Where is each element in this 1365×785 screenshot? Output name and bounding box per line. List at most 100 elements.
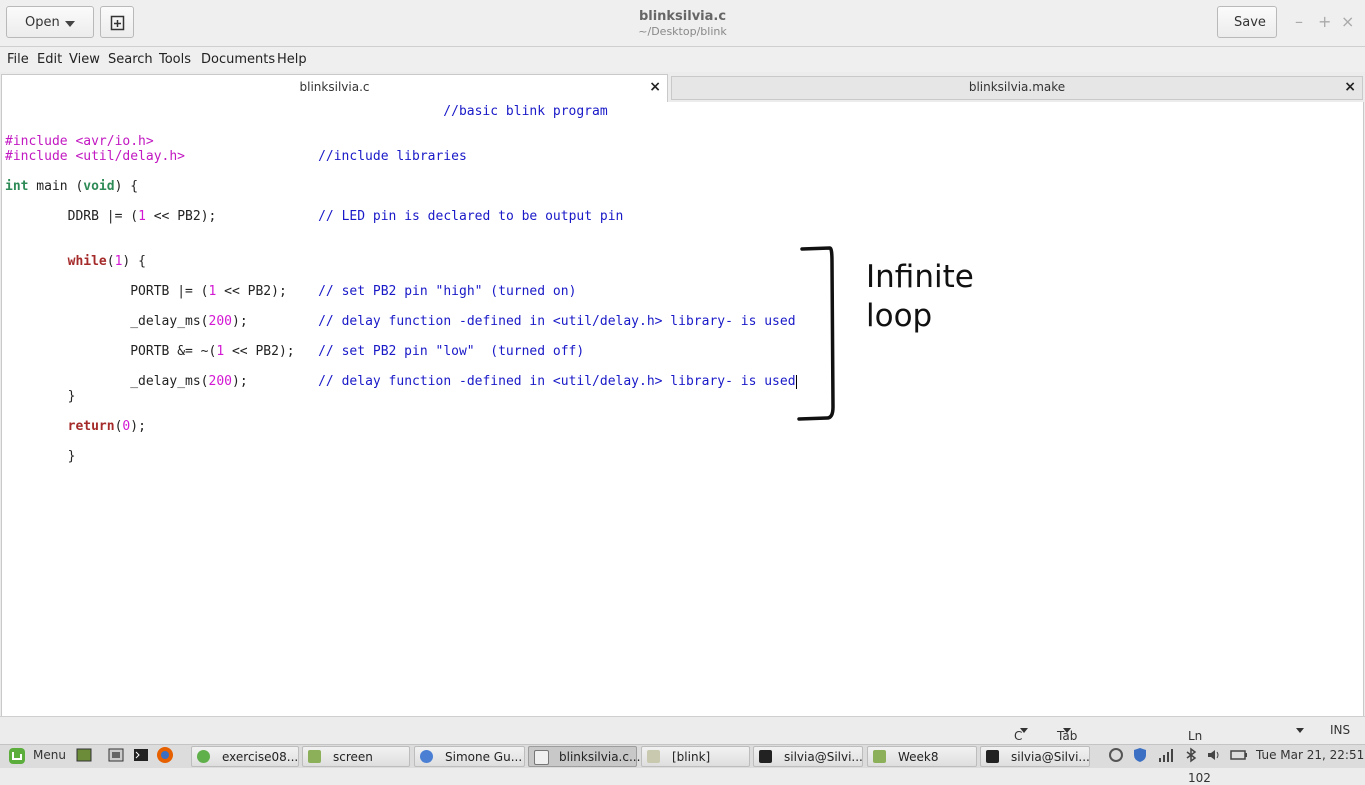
tab-blinksilvia-c[interactable]: blinksilvia.c × (1, 74, 668, 102)
task-label: [blink] (672, 750, 711, 764)
task-blink-folder[interactable]: [blink] (641, 746, 750, 767)
code-text: << PB2); (145, 209, 217, 224)
window-title: blinksilvia.c (638, 9, 727, 24)
code-keyword: while (67, 254, 107, 269)
maximize-icon[interactable]: + (1318, 12, 1331, 31)
menu-help[interactable]: Help (277, 52, 307, 67)
tab-label: blinksilvia.c (299, 80, 370, 94)
task-exercise08[interactable]: exercise08... (191, 746, 299, 767)
code-line-24: } (5, 449, 76, 464)
code-text: main ( (28, 179, 84, 194)
menu-button-label[interactable]: Menu (33, 748, 66, 762)
code-text: ); (130, 419, 146, 434)
menu-view[interactable]: View (69, 52, 100, 67)
code-comment: //include libraries (318, 149, 467, 164)
code-number: 1 (216, 344, 225, 359)
shield-icon[interactable] (1132, 747, 1148, 766)
menu-documents[interactable]: Documents (201, 52, 275, 67)
code-line-19: _delay_ms(200); // delay function -defin… (5, 374, 797, 389)
code-text: ); (232, 314, 248, 329)
text-editor-icon (534, 750, 549, 765)
code-text: } (67, 449, 76, 464)
tab-bar: blinksilvia.c × blinksilvia.make × (0, 72, 1365, 102)
file-manager-icon[interactable] (108, 747, 124, 766)
annotation-bracket (797, 246, 835, 421)
code-text: ); (232, 374, 248, 389)
close-icon[interactable]: × (1341, 12, 1354, 31)
code-keyword: void (83, 179, 115, 194)
task-label: Simone Gu... (445, 750, 523, 764)
insert-mode[interactable]: INS (1330, 723, 1350, 737)
code-line-8: DDRB |= (1 << PB2); // LED pin is declar… (5, 209, 624, 224)
battery-icon[interactable] (1230, 747, 1248, 766)
task-label: blinksilvia.c... (559, 750, 641, 764)
code-text: ) { (122, 254, 146, 269)
code-text: ( (106, 254, 115, 269)
task-label: Week8 (898, 750, 939, 764)
code-text: << PB2); (224, 344, 295, 359)
task-screen[interactable]: screen (302, 746, 410, 767)
update-icon[interactable] (1108, 747, 1124, 766)
tab-close-icon[interactable]: × (1344, 79, 1356, 95)
language-selector[interactable]: C (1014, 723, 1028, 743)
code-text: _delay_ms( (130, 314, 209, 329)
task-terminal-2[interactable]: silvia@Silvi... (980, 746, 1090, 767)
task-label: exercise08... (222, 750, 299, 764)
menu-search[interactable]: Search (108, 52, 153, 67)
task-blinksilvia[interactable]: blinksilvia.c... (528, 746, 641, 767)
network-signal-icon[interactable] (1158, 747, 1174, 766)
chrome-icon (197, 750, 210, 763)
clock[interactable]: Tue Mar 21, 22:51 (1256, 748, 1364, 762)
chevron-down-icon (1296, 728, 1304, 733)
menu-file[interactable]: File (7, 52, 29, 67)
annotation-line-2: loop (866, 298, 933, 334)
code-comment: // LED pin is declared to be output pin (318, 209, 624, 224)
code-comment: //basic blink program (443, 104, 608, 119)
code-comment: // set PB2 pin "low" (turned off) (318, 344, 585, 359)
header-bar: Open blinksilvia.c ~/Desktop/blink Save … (0, 0, 1365, 47)
menu-bar: File Edit View Search Tools Documents He… (0, 47, 1365, 72)
code-line-17: PORTB &= ~(1 << PB2); // set PB2 pin "lo… (5, 344, 584, 359)
code-text: PORTB &= ~( (130, 344, 217, 359)
code-editor[interactable]: //basic blink program #include <avr/io.h… (1, 102, 1364, 716)
code-line-4: #include <util/delay.h> //include librar… (5, 149, 467, 164)
code-comment: // set PB2 pin "high" (turned on) (318, 284, 577, 299)
terminal-icon[interactable] (133, 747, 149, 766)
tab-close-icon[interactable]: × (649, 79, 661, 95)
menu-edit[interactable]: Edit (37, 52, 62, 67)
language-label: C (1014, 729, 1023, 743)
task-label: screen (333, 750, 373, 764)
volume-icon[interactable] (1206, 747, 1222, 766)
position-dropdown[interactable] (1290, 723, 1304, 737)
folder-icon (647, 750, 660, 763)
minimize-icon[interactable]: – (1295, 12, 1303, 31)
code-text: _delay_ms( (130, 374, 209, 389)
code-number: 200 (208, 374, 232, 389)
task-simone[interactable]: Simone Gu... (414, 746, 525, 767)
save-button[interactable]: Save (1217, 6, 1277, 38)
code-keyword: int (5, 179, 29, 194)
task-terminal-1[interactable]: silvia@Silvi... (753, 746, 863, 767)
task-label: silvia@Silvi... (784, 750, 863, 764)
bluetooth-icon[interactable] (1183, 747, 1199, 766)
code-text: ) { (114, 179, 139, 194)
code-text: DDRB |= ( (67, 209, 139, 224)
code-line-3: #include <avr/io.h> (5, 134, 154, 149)
tab-blinksilvia-make[interactable]: blinksilvia.make × (671, 76, 1363, 100)
terminal-icon (986, 750, 999, 763)
firefox-icon[interactable] (156, 746, 174, 767)
tab-width-selector[interactable]: Tab Width: 8 (1057, 723, 1096, 771)
code-number: 1 (138, 209, 146, 224)
mint-menu-icon[interactable] (8, 747, 26, 768)
task-label: silvia@Silvi... (1011, 750, 1090, 764)
code-comment: // delay function -defined in <util/dela… (318, 374, 796, 389)
terminal-icon (759, 750, 772, 763)
code-line-11: while(1) { (5, 254, 146, 269)
taskbar: Menu exercise08... screen Simone Gu... b… (0, 744, 1365, 768)
status-bar: C Tab Width: 8 Ln 19, Col 102 INS (0, 716, 1365, 785)
show-desktop-icon[interactable] (76, 747, 92, 766)
menu-tools[interactable]: Tools (159, 52, 191, 67)
code-text: } (67, 389, 76, 404)
task-week8[interactable]: Week8 (867, 746, 977, 767)
window-subtitle: ~/Desktop/blink (638, 25, 727, 38)
